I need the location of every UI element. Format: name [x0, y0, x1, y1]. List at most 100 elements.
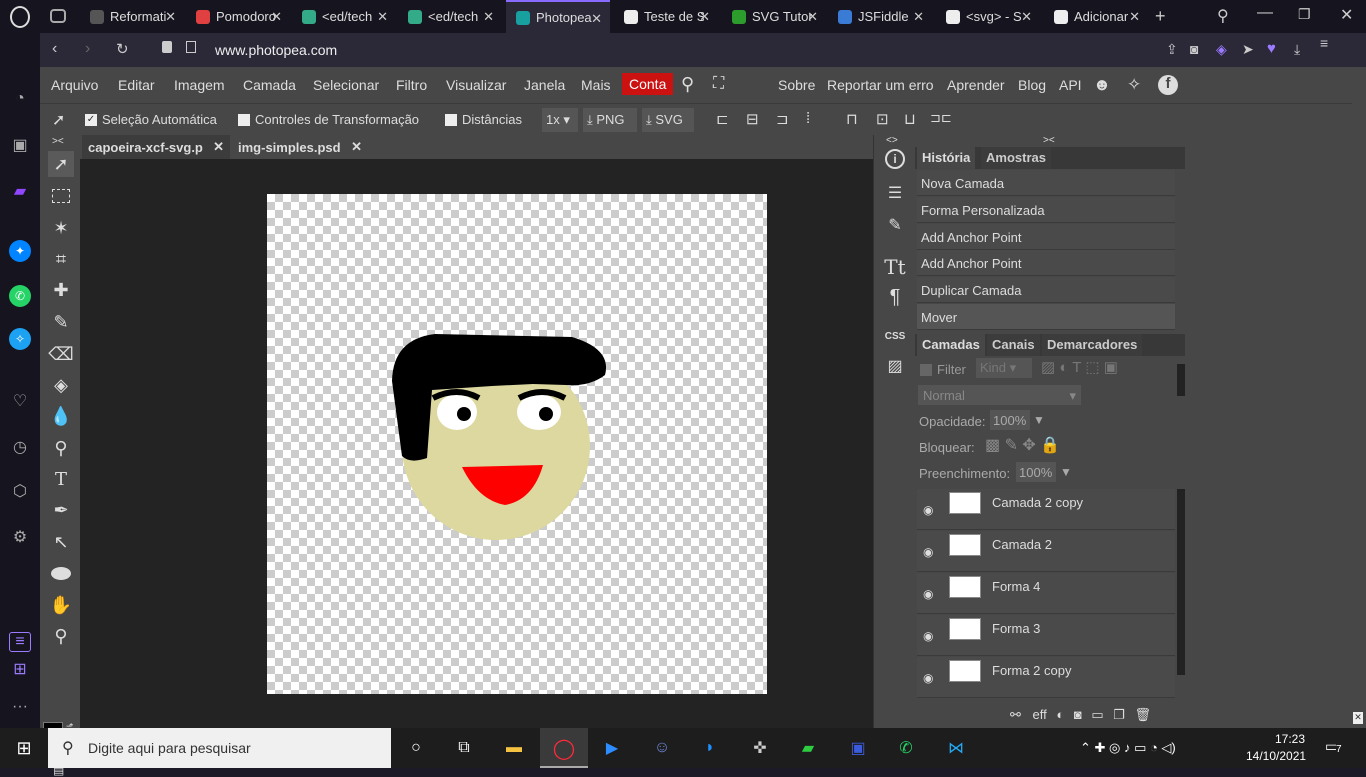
distribute-vertical-icon[interactable]: ⊐⊏: [930, 110, 952, 126]
windows-start-icon[interactable]: ⊞: [12, 736, 36, 760]
search-icon[interactable]: ⚲: [681, 74, 694, 95]
browser-tab[interactable]: JSFiddle ✕: [828, 0, 932, 33]
text-tool-icon[interactable]: T: [48, 466, 74, 492]
reddit-icon[interactable]: ☻: [1093, 75, 1111, 95]
back-icon[interactable]: ‹: [52, 40, 57, 58]
zoom-tool-icon[interactable]: ⚲: [48, 623, 74, 649]
layer-row[interactable]: ◉ Forma 3: [917, 615, 1175, 656]
history-icon[interactable]: ◷: [9, 436, 31, 458]
history-item[interactable]: Add Anchor Point: [917, 223, 1175, 250]
visibility-eye-icon[interactable]: ◉: [923, 545, 933, 559]
fill-dropdown-icon[interactable]: ▼: [1060, 465, 1072, 479]
whatsapp-icon[interactable]: ✆: [9, 285, 31, 307]
gimp-icon[interactable]: ✜: [748, 736, 772, 760]
fill-tool-icon[interactable]: ◈: [48, 372, 74, 398]
path-select-tool-icon[interactable]: ↖: [48, 529, 74, 555]
page-info-icon[interactable]: [186, 41, 196, 53]
delete-layer-icon[interactable]: 🗑: [1135, 707, 1152, 722]
doc-tab-img-simples[interactable]: img-simples.psd ✕: [232, 135, 368, 159]
camera-icon[interactable]: ◙: [1190, 41, 1198, 57]
history-item[interactable]: Add Anchor Point: [917, 250, 1175, 277]
adjustment-layer-icon[interactable]: ◐: [1056, 707, 1064, 722]
opacity-field[interactable]: 100%: [990, 410, 1030, 430]
close-tab-icon[interactable]: ✕: [699, 9, 710, 25]
speed-dial-icon[interactable]: ◔: [9, 88, 31, 110]
move-tool-icon[interactable]: ➚: [52, 110, 65, 130]
filter-type-icons[interactable]: ▨ ◐ T ⬚ ▣: [1041, 358, 1118, 376]
settings-icon[interactable]: ⚙: [9, 526, 31, 548]
menu-visualizar[interactable]: Visualizar: [446, 77, 506, 93]
menu-filtro[interactable]: Filtro: [396, 77, 427, 93]
browser-tab[interactable]: Reformati ✕: [80, 0, 184, 33]
cpu-icon[interactable]: ⊞: [9, 658, 31, 680]
layers-scrollbar[interactable]: [1177, 489, 1185, 675]
messenger-icon[interactable]: ✦: [9, 240, 31, 262]
fill-field[interactable]: 100%: [1016, 462, 1056, 482]
canvas[interactable]: [267, 194, 767, 694]
close-tab-icon[interactable]: ✕: [351, 139, 362, 155]
align-middle-icon[interactable]: ⊡: [876, 110, 889, 128]
tab-historia[interactable]: História: [917, 147, 976, 169]
zoom-icon[interactable]: ▶: [600, 736, 624, 760]
new-layer-icon[interactable]: ❐: [1113, 707, 1125, 722]
tab-amostras[interactable]: Amostras: [981, 147, 1051, 169]
browser-tab[interactable]: Pomodoro ✕: [186, 0, 290, 33]
discord-icon[interactable]: ☺: [650, 736, 674, 760]
twitter-icon[interactable]: ✧: [1127, 75, 1141, 95]
visibility-eye-icon[interactable]: ◉: [923, 629, 933, 643]
layer-row[interactable]: ◉ Camada 2 copy: [917, 489, 1175, 530]
close-tab-icon[interactable]: ✕: [271, 9, 282, 25]
menu-arquivo[interactable]: Arquivo: [51, 77, 98, 93]
tab-canais[interactable]: Canais: [987, 334, 1040, 356]
restore-icon[interactable]: ❐: [1298, 6, 1311, 23]
browser-tab[interactable]: Photopea ✕: [506, 0, 610, 33]
brush-settings-icon[interactable]: ✎: [883, 213, 907, 237]
sidebar-panel-icon[interactable]: ≡: [9, 632, 31, 652]
css-icon[interactable]: CSS: [883, 324, 907, 348]
share-icon[interactable]: ⇪: [1166, 41, 1178, 58]
box-icon[interactable]: ⬡: [9, 480, 31, 502]
folder-icon[interactable]: ▭: [1091, 707, 1103, 722]
menu-blog[interactable]: Blog: [1018, 77, 1046, 93]
opacity-dropdown-icon[interactable]: ▼: [1033, 413, 1045, 427]
layer-row[interactable]: ◉ Camada 2: [917, 531, 1175, 572]
url-field[interactable]: www.photopea.com: [215, 42, 337, 58]
close-tab-icon[interactable]: ✕: [213, 139, 224, 155]
brush-tool-icon[interactable]: ✎: [48, 309, 74, 335]
gamepad-icon[interactable]: [50, 9, 66, 23]
blur-tool-icon[interactable]: 💧: [48, 403, 74, 429]
kind-select[interactable]: Kind ▾: [976, 358, 1032, 378]
visibility-eye-icon[interactable]: ◉: [923, 587, 933, 601]
menu-api[interactable]: API: [1059, 77, 1082, 93]
magic-wand-tool-icon[interactable]: ✶: [48, 215, 74, 241]
collapse-arrows-icon[interactable]: ><: [52, 136, 64, 147]
menu-selecionar[interactable]: Selecionar: [313, 77, 379, 93]
menu-sobre[interactable]: Sobre: [778, 77, 815, 93]
new-tab-icon[interactable]: +: [1155, 6, 1166, 27]
minimize-icon[interactable]: —: [1257, 4, 1273, 22]
close-tab-icon[interactable]: ✕: [1129, 9, 1140, 25]
app-icon[interactable]: ◗: [698, 736, 722, 760]
close-window-icon[interactable]: ✕: [1340, 5, 1353, 25]
menu-janela[interactable]: Janela: [524, 77, 565, 93]
align-top-icon[interactable]: ⊓: [846, 110, 858, 128]
align-left-icon[interactable]: ⊏: [716, 110, 729, 128]
browser-tab[interactable]: Adicionar ✕: [1044, 0, 1148, 33]
flow-icon[interactable]: ➤: [1242, 41, 1254, 58]
align-bottom-icon[interactable]: ⊔: [904, 110, 916, 128]
menu-icon[interactable]: ≡: [1320, 35, 1328, 51]
downloads-icon[interactable]: ⤓: [1294, 41, 1300, 58]
filter-checkbox[interactable]: [920, 364, 932, 376]
image-icon[interactable]: ▨: [883, 354, 907, 378]
cortana-icon[interactable]: ○: [404, 736, 428, 760]
info-icon[interactable]: i: [885, 149, 905, 169]
history-item[interactable]: Nova Camada: [917, 170, 1175, 196]
menu-aprender[interactable]: Aprender: [947, 77, 1005, 93]
marquee-tool-icon[interactable]: [48, 183, 74, 209]
history-item[interactable]: Duplicar Camada: [917, 277, 1175, 304]
adjustments-icon[interactable]: ☰: [883, 181, 907, 205]
notes-icon[interactable]: ▰: [796, 736, 820, 760]
layer-row[interactable]: ◉ Forma 2 copy: [917, 657, 1175, 698]
export-png-button[interactable]: ⤓ PNG: [583, 108, 637, 132]
history-item[interactable]: Forma Personalizada: [917, 196, 1175, 223]
